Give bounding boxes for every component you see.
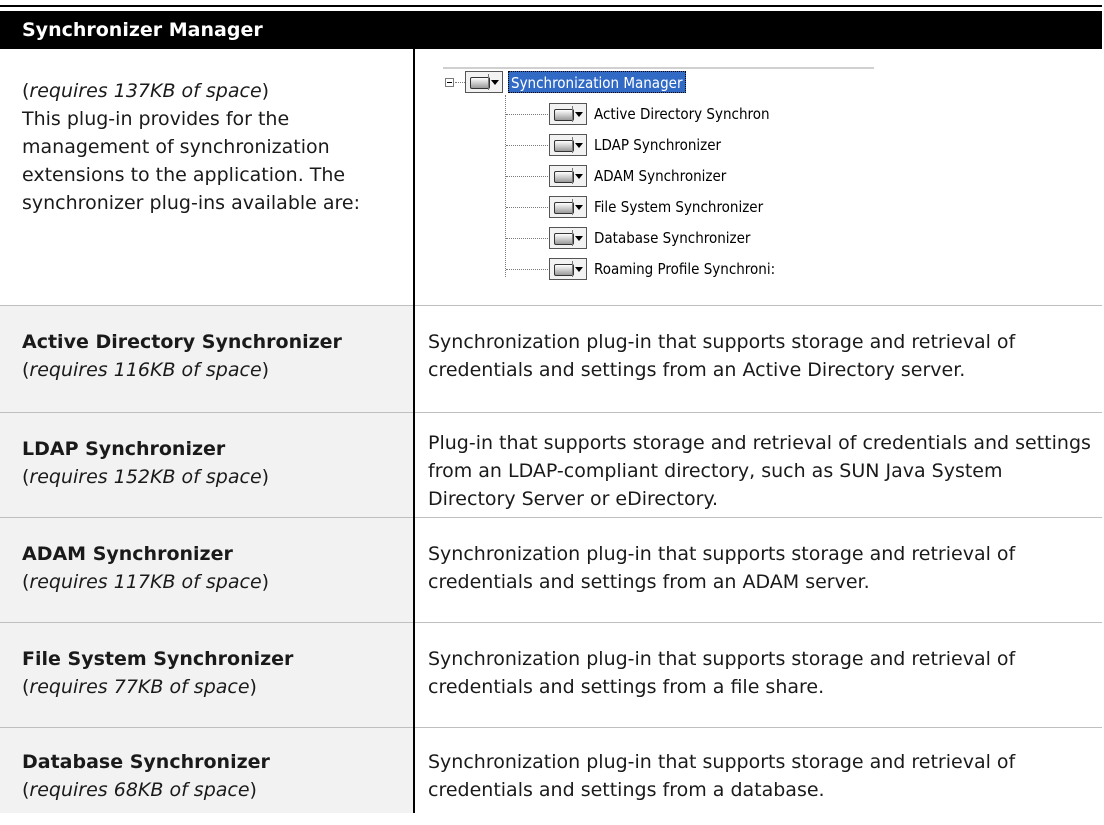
plugin-name: Database Synchronizer (22, 751, 270, 773)
plugin-name: LDAP Synchronizer (22, 438, 226, 460)
tree-node-label: Database Synchronizer (594, 229, 751, 247)
plugin-name: ADAM Synchronizer (22, 543, 233, 565)
top-rule (0, 5, 1102, 7)
tree-node-label: Active Directory Synchron (594, 105, 770, 123)
tree-connector (506, 269, 548, 270)
requirement-text: requires 152KB of space (29, 466, 262, 488)
requirement-text: requires 68KB of space (29, 779, 250, 801)
plugin-row-ldap: LDAP Synchronizer (requires 152KB of spa… (0, 413, 1102, 517)
plugin-row-database: Database Synchronizer (requires 68KB of … (0, 728, 1102, 813)
intro-requirement: requires 137KB of space (29, 80, 262, 102)
tree-connector (455, 82, 465, 83)
device-icon (549, 134, 587, 156)
tree-connector (506, 145, 548, 146)
tree-connector (506, 238, 548, 239)
plugin-requirement: (requires 68KB of space) (22, 779, 257, 801)
collapse-icon[interactable] (445, 78, 454, 87)
device-icon (549, 258, 587, 280)
plugin-requirement: (requires 77KB of space) (22, 676, 257, 698)
plugin-description: Synchronization plug-in that supports st… (428, 751, 1016, 801)
plugin-requirement: (requires 116KB of space) (22, 359, 270, 381)
plugin-description: Synchronization plug-in that supports st… (428, 648, 1016, 698)
plugin-requirement: (requires 152KB of space) (22, 466, 270, 488)
plugin-description: Plug-in that supports storage and retrie… (428, 432, 1091, 510)
requirement-text: requires 116KB of space (29, 359, 262, 381)
tree-node-label: LDAP Synchronizer (594, 136, 722, 154)
device-icon (549, 103, 587, 125)
plugin-row-file-system: File System Synchronizer (requires 77KB … (0, 623, 1102, 727)
plugin-description: Synchronization plug-in that supports st… (428, 543, 1016, 593)
tree-connector (506, 207, 548, 208)
plugin-row-adam: ADAM Synchronizer (requires 117KB of spa… (0, 518, 1102, 622)
device-icon (465, 71, 503, 93)
tree-node-label: Synchronization Manager (508, 71, 686, 93)
requirement-text: requires 77KB of space (29, 676, 250, 698)
device-icon (549, 196, 587, 218)
plugin-name: Active Directory Synchronizer (22, 331, 342, 353)
plugin-requirement: (requires 117KB of space) (22, 571, 270, 593)
req-paren-close: ) (261, 80, 270, 102)
tree-trunk (505, 95, 506, 277)
section-title: Synchronizer Manager (22, 19, 263, 41)
tree-node-label: File System Synchronizer (594, 198, 764, 216)
intro-description: This plug-in provides for the management… (22, 108, 361, 214)
synchronizer-tree-screenshot: Synchronization Manager Active Directory… (443, 67, 883, 288)
intro-text: (requires 137KB of space) This plug-in p… (22, 77, 392, 217)
tree-top-border (443, 67, 874, 69)
requirement-text: requires 117KB of space (29, 571, 262, 593)
plugin-row-active-directory: Active Directory Synchronizer (requires … (0, 306, 1102, 412)
section-header: Synchronizer Manager (0, 11, 1102, 49)
device-icon (549, 227, 587, 249)
tree-connector (506, 114, 548, 115)
tree-node-label: Roaming Profile Synchroni: (594, 260, 776, 278)
plugin-name: File System Synchronizer (22, 648, 294, 670)
plugin-description: Synchronization plug-in that supports st… (428, 331, 1016, 381)
tree-connector (506, 176, 548, 177)
tree-node-label: ADAM Synchronizer (594, 167, 727, 185)
device-icon (549, 165, 587, 187)
column-separator (413, 49, 415, 813)
